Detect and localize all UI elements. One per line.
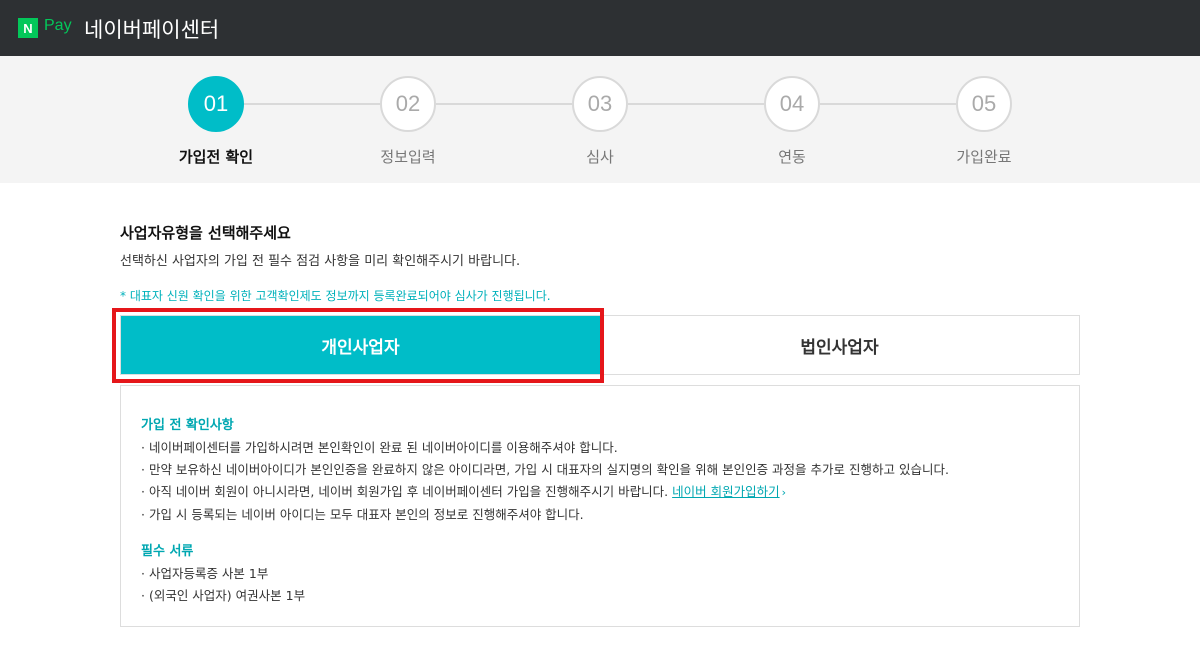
list-item: · 네이버페이센터를 가입하시려면 본인확인이 완료 된 네이버아이디를 이용해…: [141, 440, 618, 455]
info-panel: 가입 전 확인사항 · 네이버페이센터를 가입하시려면 본인확인이 완료 된 네…: [120, 385, 1080, 627]
step-3: 03 심사: [540, 76, 660, 167]
step-5: 05 가입완료: [924, 76, 1044, 167]
individual-business-tab[interactable]: 개인사업자: [121, 316, 600, 374]
list-item: · 가입 시 등록되는 네이버 아이디는 모두 대표자 본인의 정보로 진행해주…: [141, 507, 584, 522]
step-circle: 04: [764, 76, 820, 132]
step-4: 04 연동: [732, 76, 852, 167]
step-label: 심사: [586, 148, 614, 166]
check-heading: 가입 전 확인사항: [141, 418, 234, 433]
section-title: 사업자유형을 선택해주세요: [120, 224, 291, 242]
app-title[interactable]: 네이버페이센터: [84, 14, 219, 44]
step-circle: 02: [380, 76, 436, 132]
progress-steps: 01 가입전 확인 02 정보입력 03 심사 04 연동 05 가입완료: [0, 56, 1200, 183]
step-circle: 01: [188, 76, 244, 132]
naver-logo-icon[interactable]: N: [18, 18, 38, 38]
top-bar: N Pay 네이버페이센터: [0, 0, 1200, 56]
list-item: · 만약 보유하신 네이버아이디가 본인인증을 완료하지 않은 아이디라면, 가…: [141, 462, 949, 477]
section-description: 선택하신 사업자의 가입 전 필수 점검 사항을 미리 확인해주시기 바랍니다.: [120, 254, 521, 269]
step-1: 01 가입전 확인: [156, 76, 276, 167]
corporate-business-tab[interactable]: 법인사업자: [600, 316, 1079, 374]
step-2: 02 정보입력: [348, 76, 468, 167]
notice-text: * 대표자 신원 확인을 위한 고객확인제도 정보까지 등록완료되어야 심사가 …: [120, 289, 551, 303]
list-item: · 사업자등록증 사본 1부: [141, 566, 269, 581]
chevron-right-icon: ›: [781, 486, 786, 499]
list-item: · 아직 네이버 회원이 아니시라면, 네이버 회원가입 후 네이버페이센터 가…: [141, 481, 1059, 504]
step-circle: 05: [956, 76, 1012, 132]
step-label: 가입완료: [956, 148, 1012, 166]
step-label: 정보입력: [380, 148, 436, 166]
step-label: 연동: [778, 148, 806, 166]
step-label: 가입전 확인: [178, 148, 254, 166]
list-item: · (외국인 사업자) 여권사본 1부: [141, 588, 306, 603]
list-item-text: · 아직 네이버 회원이 아니시라면, 네이버 회원가입 후 네이버페이센터 가…: [141, 484, 673, 499]
business-type-tabs: 개인사업자 법인사업자: [120, 315, 1080, 375]
step-circle: 03: [572, 76, 628, 132]
logo-pay-text[interactable]: Pay: [44, 17, 72, 35]
naver-signup-link[interactable]: 네이버 회원가입하기: [672, 484, 779, 499]
docs-heading: 필수 서류: [141, 544, 194, 559]
